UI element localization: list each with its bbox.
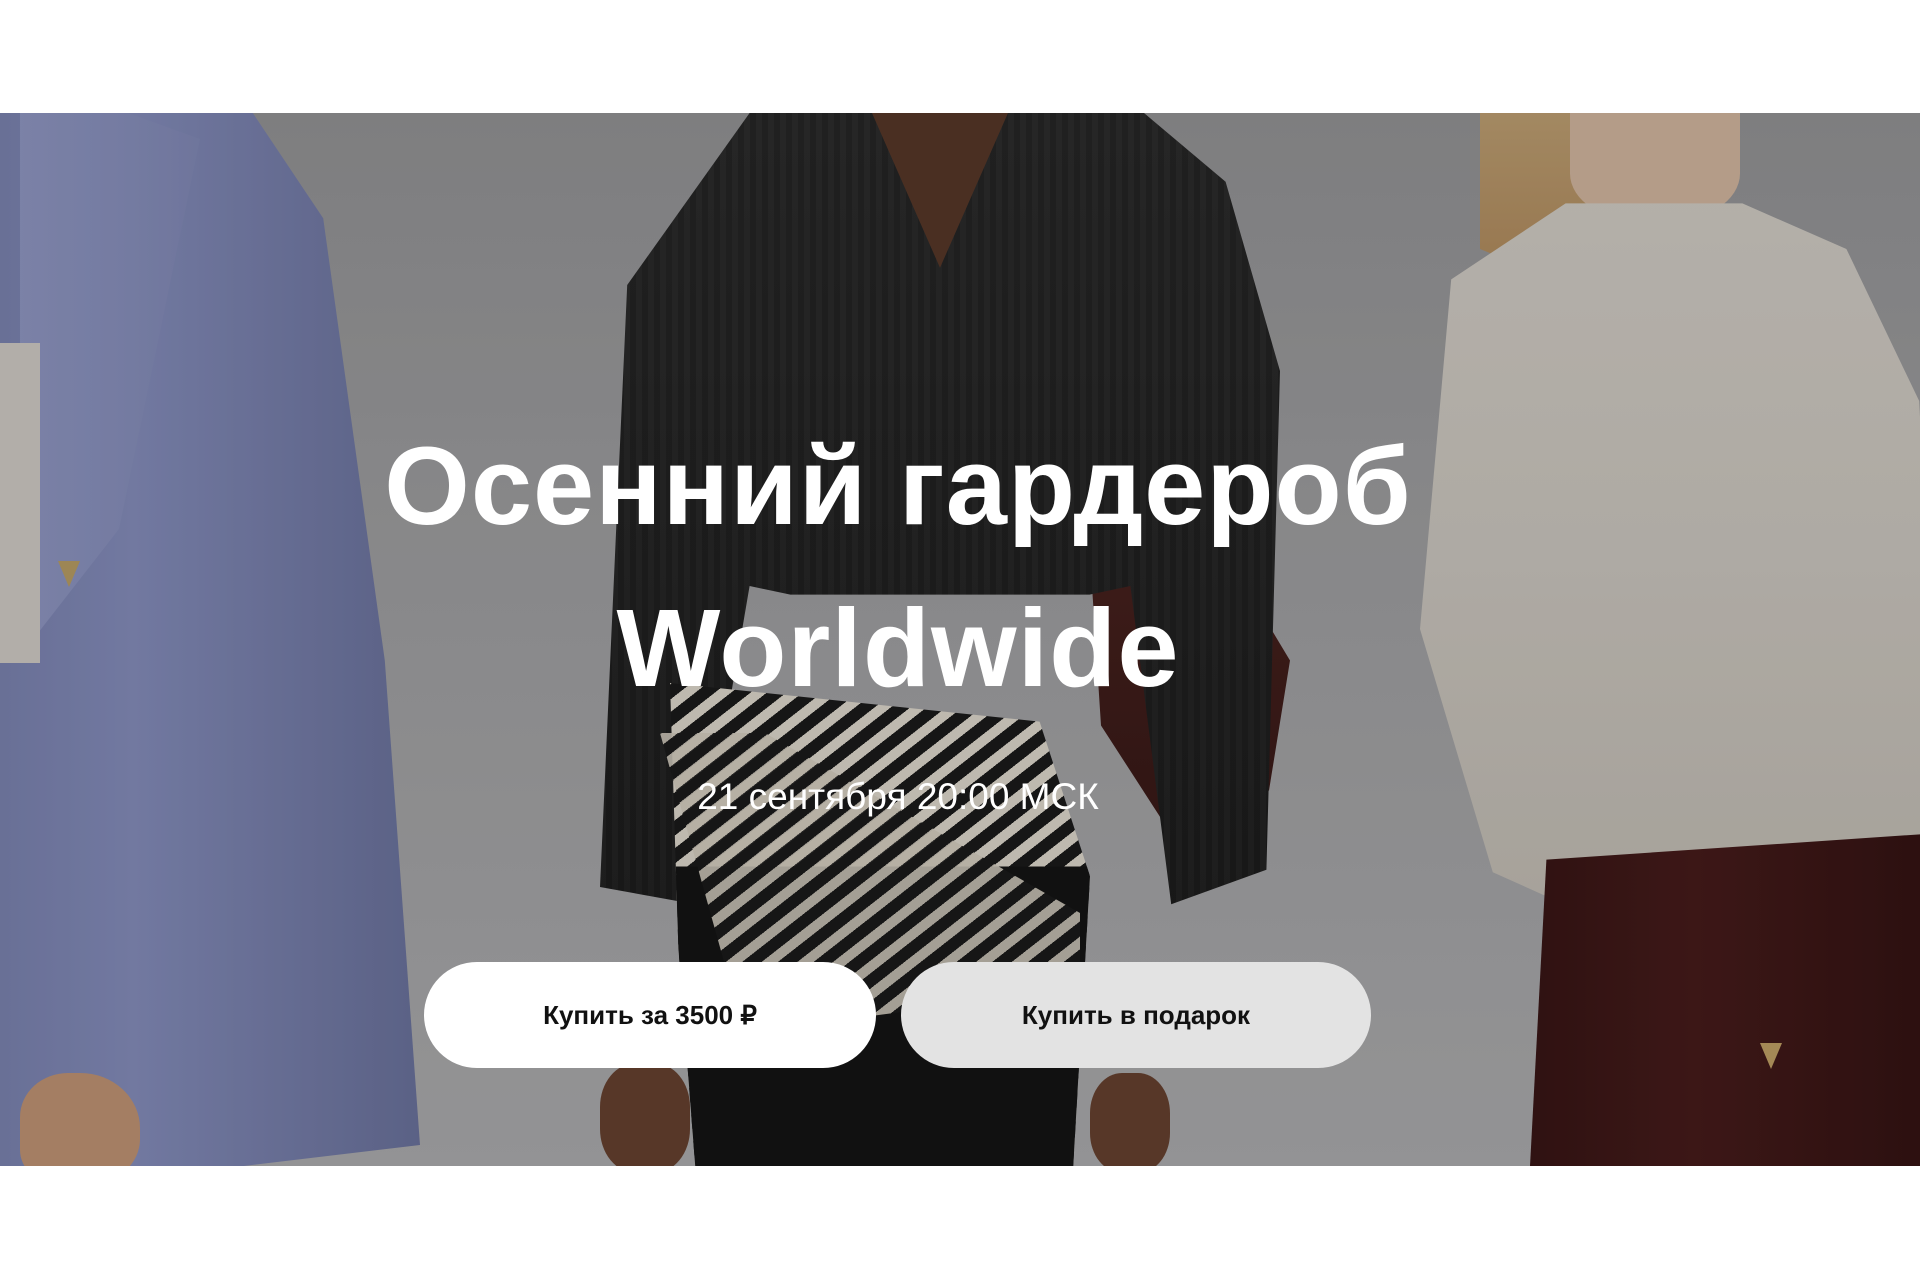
buy-button[interactable]: Купить за 3500 ₽ (424, 962, 876, 1068)
buy-gift-button[interactable]: Купить в подарок (901, 962, 1371, 1068)
hero-title-line-1: Осенний гардероб (384, 425, 1412, 548)
hero-title-line-2: Worldwide (616, 587, 1180, 710)
hero-content: Осенний гардероб Worldwide 21 сентября 2… (0, 113, 1920, 1166)
hero-banner: Осенний гардероб Worldwide 21 сентября 2… (0, 113, 1920, 1166)
page: Осенний гардероб Worldwide 21 сентября 2… (0, 0, 1920, 1280)
hero-title: Осенний гардероб Worldwide (0, 406, 1796, 730)
event-date: 21 сентября 20:00 МСК (697, 776, 1099, 817)
